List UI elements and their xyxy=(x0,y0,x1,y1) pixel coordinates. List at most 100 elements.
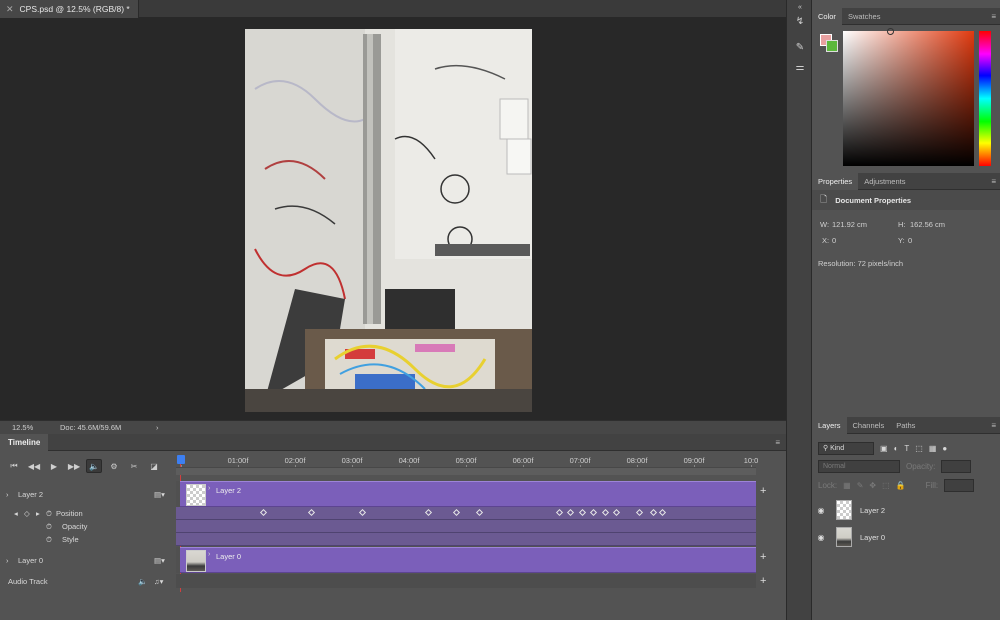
filter-toggle-icon[interactable]: ● xyxy=(942,444,947,453)
transition-button[interactable]: ◪ xyxy=(146,459,162,473)
adjustment-filter-icon[interactable]: ◐ xyxy=(894,444,899,453)
panel-menu-icon[interactable]: ≡ xyxy=(991,12,996,21)
layer2-clip[interactable]: › Layer 2 xyxy=(180,481,756,507)
music-note-icon[interactable]: ♫▾ xyxy=(154,577,163,586)
panel-menu-icon[interactable]: ≡ xyxy=(775,438,780,447)
smart-object-filter-icon[interactable]: ▦ xyxy=(929,444,937,453)
tab-adjustments[interactable]: Adjustments xyxy=(858,173,911,190)
position-keyframe[interactable] xyxy=(424,508,432,517)
tab-paths[interactable]: Paths xyxy=(890,417,921,434)
brush-icon[interactable]: ✎ xyxy=(793,42,807,56)
position-keyframe[interactable] xyxy=(658,508,666,517)
timeline-row-layer2[interactable]: › Layer 2 ▤▾ xyxy=(0,481,176,507)
tab-channels[interactable]: Channels xyxy=(847,417,891,434)
go-to-first-frame-button[interactable]: ⏮ xyxy=(6,459,22,473)
add-media-button-layer0[interactable]: + xyxy=(760,551,766,563)
opacity-keyframe-lane[interactable] xyxy=(176,520,756,533)
next-frame-button[interactable]: ▶▶ xyxy=(66,459,82,473)
film-strip-icon[interactable]: ▤▾ xyxy=(154,490,165,499)
lock-brush-icon[interactable]: ✎ xyxy=(857,481,864,490)
lock-transparency-icon[interactable]: ▦ xyxy=(843,481,851,490)
lock-artboard-icon[interactable]: ⬚ xyxy=(882,481,890,490)
stopwatch-icon[interactable]: ⏱ xyxy=(46,522,62,532)
position-keyframe[interactable] xyxy=(259,508,267,517)
add-audio-button[interactable]: + xyxy=(760,575,766,587)
tab-properties[interactable]: Properties xyxy=(812,173,859,190)
layer-name[interactable]: Layer 2 xyxy=(860,506,885,515)
position-keyframe[interactable] xyxy=(308,508,316,517)
close-icon[interactable]: ✕ xyxy=(6,4,14,15)
tab-layers[interactable]: Layers xyxy=(812,417,847,434)
timeline-row-position[interactable]: ◂ ◇ ▸ ⏱ Position xyxy=(0,507,176,520)
type-filter-icon[interactable]: T xyxy=(904,444,909,453)
background-color-swatch[interactable] xyxy=(826,40,838,52)
audio-track[interactable] xyxy=(176,574,756,588)
film-strip-icon[interactable]: ▤▾ xyxy=(154,556,165,565)
next-keyframe-icon[interactable]: ▸ xyxy=(36,509,46,518)
position-keyframe[interactable] xyxy=(359,508,367,517)
timeline-row-audio[interactable]: Audio Track 🔈 ♫▾ xyxy=(0,574,176,588)
panel-menu-icon[interactable]: ≡ xyxy=(991,421,996,430)
settings-gear-icon[interactable]: ⚙ xyxy=(106,459,122,473)
height-value[interactable]: 162.56 cm xyxy=(910,220,945,229)
width-value[interactable]: 121.92 cm xyxy=(832,220,867,229)
work-area-bar[interactable] xyxy=(176,467,756,475)
chevron-down-icon[interactable]: › xyxy=(6,490,18,499)
position-keyframe[interactable] xyxy=(650,508,658,517)
opacity-track[interactable] xyxy=(176,520,756,533)
playhead-handle[interactable] xyxy=(177,455,185,464)
position-keyframe[interactable] xyxy=(578,508,586,517)
layer0-clip[interactable]: › Layer 0 xyxy=(180,547,756,573)
color-picker-cursor[interactable] xyxy=(887,28,894,35)
history-icon[interactable]: ↯ xyxy=(793,16,807,30)
style-keyframe-lane[interactable] xyxy=(176,533,756,546)
keyframe-icon[interactable]: ◇ xyxy=(24,509,36,518)
previous-frame-button[interactable]: ◀◀ xyxy=(26,459,42,473)
layer-name[interactable]: Layer 0 xyxy=(860,533,885,542)
chevron-right-icon[interactable]: › xyxy=(6,556,18,565)
timeline-row-layer0[interactable]: › Layer 0 ▤▾ xyxy=(0,547,176,573)
tab-color[interactable]: Color xyxy=(812,8,842,25)
layer0-track[interactable]: › Layer 0 xyxy=(176,547,756,573)
fill-field[interactable] xyxy=(944,479,975,492)
stopwatch-icon[interactable]: ⏱ xyxy=(46,509,56,519)
position-keyframe[interactable] xyxy=(635,508,643,517)
visibility-eye-icon[interactable]: ◉ xyxy=(812,506,830,515)
chevron-icon[interactable]: › xyxy=(208,551,210,558)
add-media-button-layer2[interactable]: + xyxy=(760,485,766,497)
position-keyframe[interactable] xyxy=(567,508,575,517)
position-keyframe[interactable] xyxy=(476,508,484,517)
speaker-icon[interactable]: 🔈 xyxy=(138,577,147,586)
lock-all-icon[interactable]: 🔒 xyxy=(896,481,906,490)
blend-mode-select[interactable]: Normal xyxy=(818,460,900,473)
timeline-tab[interactable]: Timeline xyxy=(0,434,49,451)
x-value[interactable]: 0 xyxy=(832,236,836,245)
position-keyframe[interactable] xyxy=(613,508,621,517)
prev-keyframe-icon[interactable]: ◂ xyxy=(14,509,24,518)
style-track[interactable] xyxy=(176,533,756,546)
position-keyframe-lane[interactable] xyxy=(176,507,756,520)
chevron-icon[interactable]: › xyxy=(208,485,210,492)
visibility-eye-icon[interactable]: ◉ xyxy=(812,533,830,542)
layer2-track[interactable]: › Layer 2 xyxy=(176,481,756,507)
position-keyframe[interactable] xyxy=(556,508,564,517)
position-keyframe[interactable] xyxy=(601,508,609,517)
layer-row-layer2[interactable]: ◉ Layer 2 xyxy=(812,497,1000,523)
lock-move-icon[interactable]: ✥ xyxy=(869,481,876,490)
position-keyframe[interactable] xyxy=(590,508,598,517)
canvas-image[interactable] xyxy=(245,29,532,412)
layer-row-layer0[interactable]: ◉ Layer 0 xyxy=(812,524,1000,550)
play-button[interactable]: ▶ xyxy=(46,459,62,473)
color-field[interactable] xyxy=(843,28,974,166)
timeline-row-style[interactable]: ⏱ Style xyxy=(0,533,176,546)
filter-kind-select[interactable]: ⚲ Kind xyxy=(818,441,874,455)
audio-toggle-button[interactable]: 🔈 xyxy=(86,459,102,473)
canvas-area[interactable] xyxy=(0,18,786,420)
position-track[interactable] xyxy=(176,507,756,520)
tab-swatches[interactable]: Swatches xyxy=(842,8,887,25)
panel-menu-icon[interactable]: ≡ xyxy=(991,177,996,186)
position-keyframe[interactable] xyxy=(453,508,461,517)
sliders-icon[interactable]: ⚌ xyxy=(793,62,807,76)
shape-filter-icon[interactable]: ⬚ xyxy=(915,444,923,453)
split-at-playhead-button[interactable]: ✂ xyxy=(126,459,142,473)
